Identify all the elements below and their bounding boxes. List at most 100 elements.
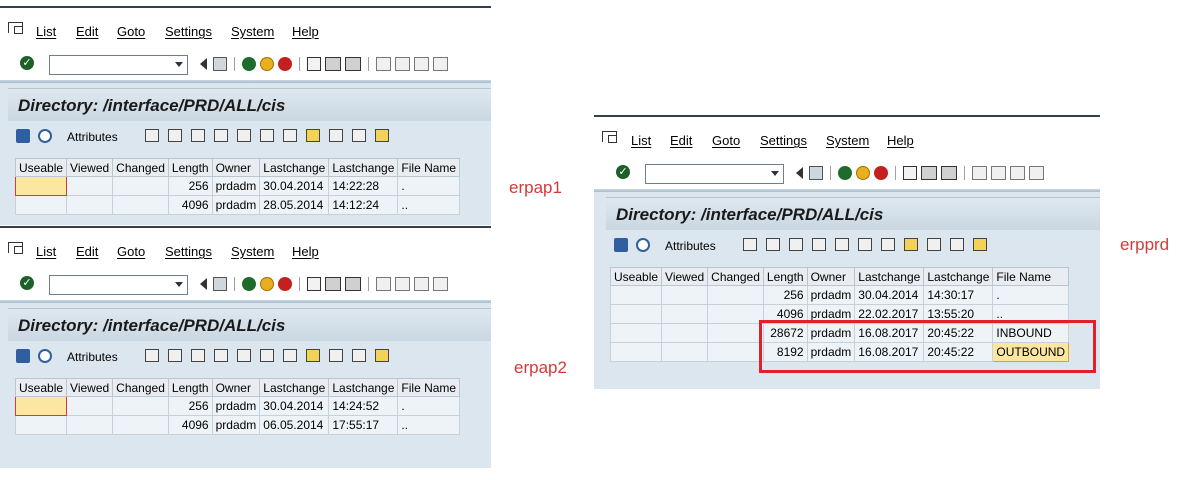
col-length[interactable]: Length xyxy=(167,158,213,177)
enter-checkmark-icon[interactable]: ✓ xyxy=(616,165,630,179)
menu-edit[interactable]: Edit xyxy=(670,133,692,148)
find-icon[interactable] xyxy=(325,57,341,71)
select-layout-icon[interactable] xyxy=(927,238,941,251)
menu-icon[interactable] xyxy=(8,22,23,34)
chevron-down-icon[interactable] xyxy=(771,171,779,176)
save-layout-icon[interactable] xyxy=(352,129,366,142)
select-layout-icon[interactable] xyxy=(329,349,343,362)
col-file-name[interactable]: File Name xyxy=(397,378,461,397)
file-name-cell[interactable]: . xyxy=(992,285,1070,305)
print-preview-icon[interactable] xyxy=(283,129,297,142)
table-row[interactable]: 256 prdadm 30.04.2014 14:22:28 . xyxy=(14,176,461,196)
cancel-red-icon[interactable] xyxy=(278,277,292,291)
next-page-icon[interactable] xyxy=(414,57,429,71)
col-length[interactable]: Length xyxy=(167,378,213,397)
folder-icon[interactable] xyxy=(973,238,987,251)
menu-help[interactable]: Help xyxy=(292,244,319,259)
file-name-cell[interactable]: .. xyxy=(397,195,461,215)
details-icon[interactable] xyxy=(636,238,650,252)
file-name-cell[interactable]: .. xyxy=(397,415,461,435)
table-row[interactable]: 256 prdadm 30.04.2014 14:30:17 . xyxy=(609,285,1070,305)
changed-cell[interactable] xyxy=(112,176,169,196)
menu-settings[interactable]: Settings xyxy=(760,133,807,148)
viewed-cell[interactable] xyxy=(66,396,114,416)
save-icon[interactable] xyxy=(809,166,823,180)
changed-cell[interactable] xyxy=(707,285,764,305)
save-layout-icon[interactable] xyxy=(950,238,964,251)
useable-cell[interactable] xyxy=(609,304,663,324)
command-field[interactable] xyxy=(645,164,784,184)
changed-cell[interactable] xyxy=(707,342,764,362)
useable-cell[interactable] xyxy=(609,342,663,362)
chevron-down-icon[interactable] xyxy=(175,62,183,67)
col-changed[interactable]: Changed xyxy=(707,267,764,286)
change-layout-icon[interactable] xyxy=(904,238,918,251)
back-arrow-icon[interactable] xyxy=(796,167,803,179)
col-owner[interactable]: Owner xyxy=(211,158,261,177)
command-field[interactable] xyxy=(49,55,188,75)
useable-cell[interactable] xyxy=(609,285,663,305)
sort-descending-icon[interactable] xyxy=(168,129,182,142)
back-green-icon[interactable] xyxy=(242,57,256,71)
exit-yellow-icon[interactable] xyxy=(260,277,274,291)
file-name-cell[interactable]: . xyxy=(397,176,461,196)
next-page-icon[interactable] xyxy=(414,277,429,291)
col-useable[interactable]: Useable xyxy=(14,378,68,397)
refresh-icon[interactable] xyxy=(16,349,30,363)
attributes-button[interactable]: Attributes xyxy=(665,239,716,253)
sort-ascending-icon[interactable] xyxy=(145,349,159,362)
menu-goto[interactable]: Goto xyxy=(117,24,145,39)
cancel-red-icon[interactable] xyxy=(874,166,888,180)
viewed-cell[interactable] xyxy=(66,195,114,215)
subtotal-icon[interactable] xyxy=(237,129,251,142)
back-arrow-icon[interactable] xyxy=(200,58,207,70)
print-icon[interactable] xyxy=(903,166,917,180)
menu-icon[interactable] xyxy=(8,242,23,254)
file-name-cell[interactable]: . xyxy=(397,396,461,416)
chevron-down-icon[interactable] xyxy=(175,282,183,287)
col-viewed[interactable]: Viewed xyxy=(661,267,709,286)
viewed-cell[interactable] xyxy=(661,342,709,362)
sort-descending-icon[interactable] xyxy=(168,349,182,362)
changed-cell[interactable] xyxy=(707,304,764,324)
table-row[interactable]: 4096 prdadm 28.05.2014 14:12:24 .. xyxy=(14,195,461,215)
useable-cell[interactable] xyxy=(14,415,68,435)
print-preview-icon[interactable] xyxy=(881,238,895,251)
details-icon[interactable] xyxy=(38,129,52,143)
folder-icon[interactable] xyxy=(375,349,389,362)
back-green-icon[interactable] xyxy=(838,166,852,180)
viewed-cell[interactable] xyxy=(661,285,709,305)
select-layout-icon[interactable] xyxy=(329,129,343,142)
change-layout-icon[interactable] xyxy=(306,349,320,362)
export-icon[interactable] xyxy=(260,349,274,362)
useable-cell[interactable] xyxy=(14,195,68,215)
col-lastchange-time[interactable]: Lastchange xyxy=(923,267,994,286)
col-viewed[interactable]: Viewed xyxy=(66,378,114,397)
menu-goto[interactable]: Goto xyxy=(712,133,740,148)
attributes-button[interactable]: Attributes xyxy=(67,350,118,364)
subtotal-icon[interactable] xyxy=(237,349,251,362)
col-changed[interactable]: Changed xyxy=(112,378,169,397)
export-icon[interactable] xyxy=(858,238,872,251)
viewed-cell[interactable] xyxy=(661,304,709,324)
exit-yellow-icon[interactable] xyxy=(260,57,274,71)
changed-cell[interactable] xyxy=(112,415,169,435)
last-page-icon[interactable] xyxy=(433,57,448,71)
back-arrow-icon[interactable] xyxy=(200,278,207,290)
previous-page-icon[interactable] xyxy=(395,57,410,71)
save-icon[interactable] xyxy=(213,57,227,71)
col-changed[interactable]: Changed xyxy=(112,158,169,177)
table-row[interactable]: 4096 prdadm 06.05.2014 17:55:17 .. xyxy=(14,415,461,435)
col-lastchange-date[interactable]: Lastchange xyxy=(259,378,330,397)
menu-system[interactable]: System xyxy=(826,133,869,148)
col-owner[interactable]: Owner xyxy=(806,267,856,286)
menu-icon[interactable] xyxy=(602,131,617,143)
back-green-icon[interactable] xyxy=(242,277,256,291)
col-file-name[interactable]: File Name xyxy=(992,267,1070,286)
sort-ascending-icon[interactable] xyxy=(743,238,757,251)
attributes-button[interactable]: Attributes xyxy=(67,130,118,144)
menu-settings[interactable]: Settings xyxy=(165,244,212,259)
menu-help[interactable]: Help xyxy=(292,24,319,39)
first-page-icon[interactable] xyxy=(376,57,391,71)
col-lastchange-date[interactable]: Lastchange xyxy=(259,158,330,177)
